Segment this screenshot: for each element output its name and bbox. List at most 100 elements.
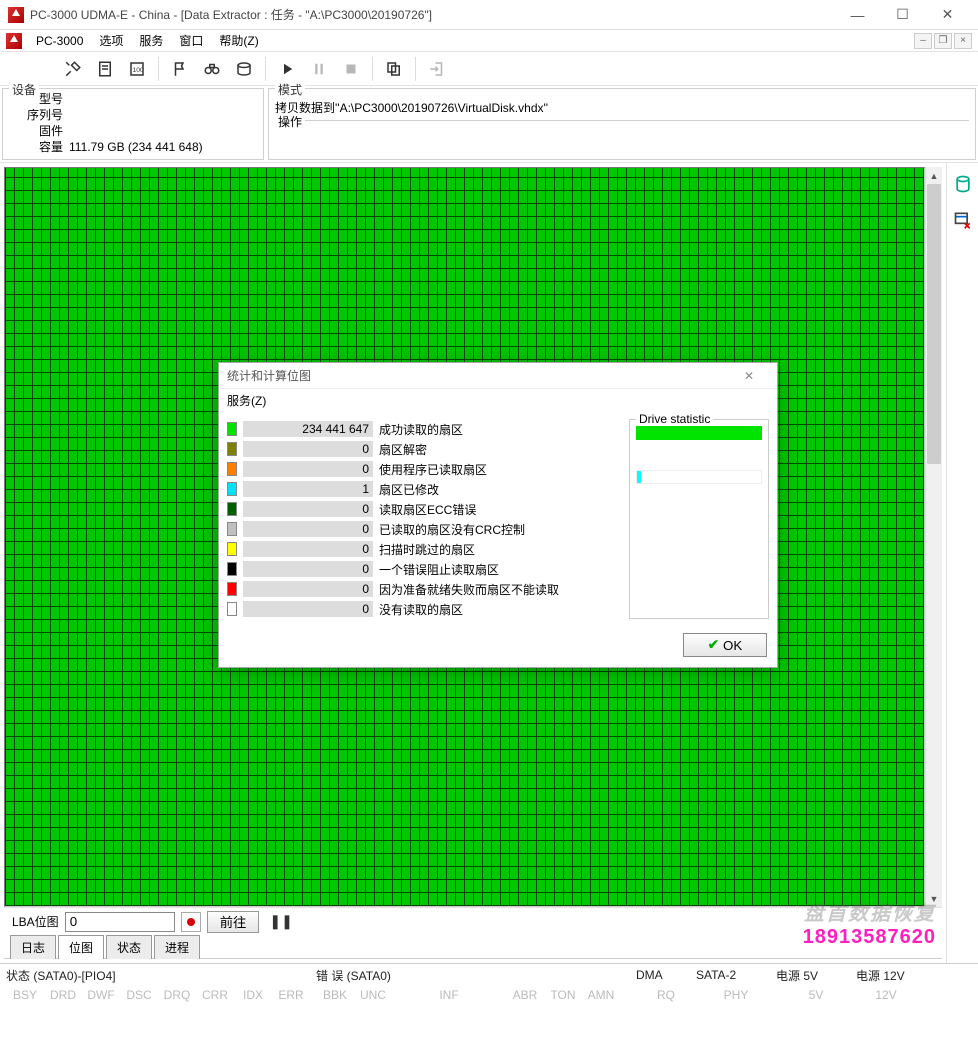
state-label: 状态 (SATA0)-[PIO4] — [6, 967, 116, 984]
stat-value: 234 441 647 — [243, 421, 373, 437]
model-value — [69, 91, 257, 107]
error-label: 错 误 (SATA0) — [316, 967, 391, 984]
close-button[interactable]: ✕ — [925, 1, 970, 29]
drive-statistic-panel: Drive statistic — [629, 419, 769, 619]
err-bbk: BBK — [316, 988, 354, 1002]
stat-row: 0 因为准备就绪失败而扇区不能读取 — [227, 579, 617, 599]
menu-services[interactable]: 服务 — [131, 30, 171, 51]
menu-window[interactable]: 窗口 — [171, 30, 211, 51]
go-button[interactable]: 前往 — [207, 911, 260, 933]
tab-bitmap[interactable]: 位图 — [58, 935, 104, 959]
stat-swatch — [227, 542, 237, 556]
tab-state[interactable]: 状态 — [106, 935, 152, 959]
mode-legend: 模式 — [275, 81, 305, 98]
pause-icon[interactable]: ❚❚ — [265, 913, 296, 930]
tools-icon[interactable] — [58, 55, 88, 83]
app-icon-small — [6, 33, 22, 49]
svg-text:100: 100 — [133, 67, 145, 74]
stat-row: 1 扇区已修改 — [227, 479, 617, 499]
err-unc: UNC — [354, 988, 392, 1002]
mdi-restore-button[interactable]: ❐ — [934, 33, 952, 49]
stat-row: 234 441 647 成功读取的扇区 — [227, 419, 617, 439]
exit-icon[interactable] — [422, 55, 452, 83]
stat-swatch — [227, 602, 237, 616]
scroll-thumb[interactable] — [927, 184, 941, 464]
minimize-button[interactable]: — — [835, 1, 880, 29]
ok-button[interactable]: ✔OK — [683, 633, 767, 657]
record-icon — [187, 918, 195, 926]
stat-label: 扇区已修改 — [379, 481, 617, 498]
menubar: PC-3000 选项 服务 窗口 帮助(Z) – ❐ × — [0, 30, 978, 52]
stat-swatch — [227, 422, 237, 436]
stop-button[interactable] — [336, 55, 366, 83]
stat-value: 0 — [243, 541, 373, 557]
scroll-up-icon[interactable]: ▲ — [926, 167, 942, 184]
stat-swatch — [227, 502, 237, 516]
dialog-titlebar[interactable]: 统计和计算位图 ✕ — [219, 363, 777, 389]
stat-label: 成功读取的扇区 — [379, 421, 617, 438]
err-ton: TON — [544, 988, 582, 1002]
stat-swatch — [227, 462, 237, 476]
drive-statistic-bar-success — [636, 426, 762, 440]
misc-phy: PHY — [696, 988, 776, 1002]
drive-statistic-bar-other — [636, 470, 762, 484]
binoculars-icon[interactable] — [197, 55, 227, 83]
stat-swatch — [227, 442, 237, 456]
pause-button[interactable] — [304, 55, 334, 83]
right-toolbar — [946, 163, 978, 963]
window-error-icon[interactable] — [952, 209, 974, 231]
stat-row: 0 使用程序已读取扇区 — [227, 459, 617, 479]
play-button[interactable] — [272, 55, 302, 83]
lba-bar: LBA位图 前往 ❚❚ — [4, 907, 942, 935]
dialog-menu-services[interactable]: 服务(Z) — [227, 392, 266, 409]
firmware-value — [69, 123, 257, 139]
titlebar: PC-3000 UDMA-E - China - [Data Extractor… — [0, 0, 978, 30]
stat-value: 0 — [243, 441, 373, 457]
menu-help[interactable]: 帮助(Z) — [211, 30, 266, 51]
stat-value: 0 — [243, 601, 373, 617]
mode-value: 拷贝数据到''A:\PC3000\20190726\VirtualDisk.vh… — [275, 99, 969, 116]
maximize-button[interactable]: ☐ — [880, 1, 925, 29]
flag-icon[interactable] — [165, 55, 195, 83]
lba-input[interactable] — [65, 912, 175, 932]
stat-value: 1 — [243, 481, 373, 497]
disk-icon[interactable] — [229, 55, 259, 83]
tab-process[interactable]: 进程 — [154, 935, 200, 959]
stat-row: 0 扇区解密 — [227, 439, 617, 459]
mdi-close-button[interactable]: × — [954, 33, 972, 49]
err-inf: INF — [430, 988, 468, 1002]
status-idx: IDX — [234, 988, 272, 1002]
stat-value: 0 — [243, 581, 373, 597]
statistics-dialog: 统计和计算位图 ✕ 服务(Z) 234 441 647 成功读取的扇区 0 扇区… — [218, 362, 778, 668]
database-icon[interactable] — [952, 173, 974, 195]
vertical-scrollbar[interactable]: ▲ ▼ — [925, 167, 942, 907]
device-legend: 设备 — [9, 81, 39, 98]
ok-label: OK — [723, 638, 742, 653]
menu-app[interactable]: PC-3000 — [28, 32, 91, 50]
mdi-minimize-button[interactable]: – — [914, 33, 932, 49]
sata-label: SATA-2 — [696, 968, 736, 982]
dialog-close-button[interactable]: ✕ — [729, 369, 769, 383]
record-button[interactable] — [181, 912, 201, 932]
tab-log[interactable]: 日志 — [10, 935, 56, 959]
stat-label: 读取扇区ECC错误 — [379, 501, 617, 518]
stat-swatch — [227, 582, 237, 596]
menu-options[interactable]: 选项 — [91, 30, 131, 51]
app-icon — [8, 7, 24, 23]
scroll-down-icon[interactable]: ▼ — [926, 890, 942, 907]
info-panels: 设备 型号 序列号 固件 容量111.79 GB (234 441 648) 模… — [0, 86, 978, 163]
status-crr: CRR — [196, 988, 234, 1002]
status-area: 状态 (SATA0)-[PIO4] 错 误 (SATA0) DMA SATA-2… — [0, 963, 978, 1006]
copy-icon[interactable] — [379, 55, 409, 83]
stat-label: 没有读取的扇区 — [379, 601, 617, 618]
report-icon[interactable] — [90, 55, 120, 83]
dma-label: DMA — [636, 968, 663, 982]
stat-swatch — [227, 522, 237, 536]
capacity-value: 111.79 GB (234 441 648) — [69, 139, 257, 155]
stat-swatch — [227, 562, 237, 576]
percent-icon[interactable]: 100 — [122, 55, 152, 83]
mdi-controls: – ❐ × — [914, 33, 972, 49]
status-drd: DRD — [44, 988, 82, 1002]
mode-panel: 模式 拷贝数据到''A:\PC3000\20190726\VirtualDisk… — [268, 88, 976, 160]
toolbar: 100 — [0, 52, 978, 86]
